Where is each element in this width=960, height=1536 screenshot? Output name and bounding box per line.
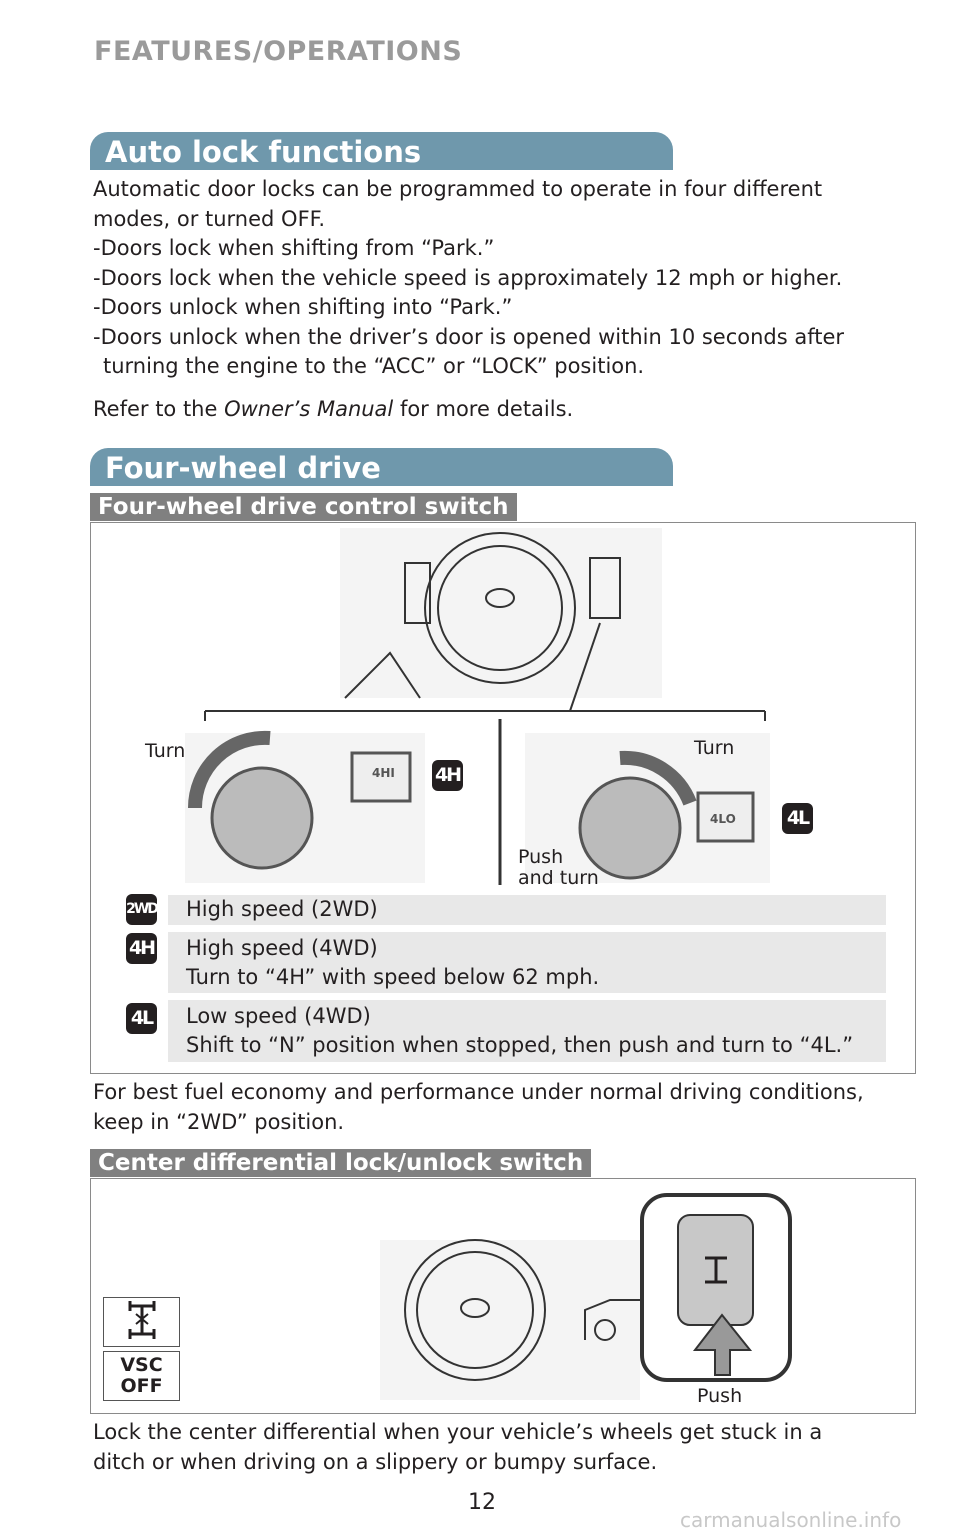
page-header: FEATURES/OPERATIONS — [94, 36, 463, 67]
turn-label-right: Turn — [694, 737, 735, 759]
list-item: -Doors lock when shifting from “Park.” — [93, 236, 495, 260]
list-item: -Doors unlock when the driver’s door is … — [93, 324, 845, 349]
desc-line: ditch or when driving on a slippery or b… — [93, 1449, 658, 1474]
vsc-off-icon: VSC OFF — [103, 1351, 180, 1401]
mode-title: High speed (4WD) — [186, 936, 378, 960]
dial-label-4lo: 4LO — [710, 812, 736, 826]
center-diff-illustration — [380, 1193, 792, 1400]
mode-row-4h: High speed (4WD) Turn to “4H” with speed … — [168, 932, 886, 993]
mode-row-2wd: High speed (2WD) — [168, 895, 886, 925]
desc-line: Lock the center differential when your v… — [93, 1420, 823, 1444]
page-number: 12 — [468, 1490, 496, 1515]
dial-label-4hi: 4HI — [372, 766, 395, 780]
auto-lock-title: Auto lock functions — [90, 132, 673, 170]
badge-4l-icon: 4L — [782, 803, 813, 834]
mode-title: Low speed (4WD) — [186, 1004, 371, 1028]
center-diff-title: Center differential lock/unlock switch — [90, 1149, 592, 1177]
control-switch-title: Four-wheel drive control switch — [90, 493, 517, 521]
intro-line: Automatic door locks can be programmed t… — [93, 177, 823, 201]
and-turn-label: and turn — [518, 867, 599, 889]
watermark: carmanualsonline.info — [680, 1508, 902, 1532]
turn-label-left: Turn — [145, 740, 186, 762]
push-label: Push — [518, 846, 564, 868]
2wd-icon: 2WD — [126, 894, 159, 925]
four-wheel-title: Four-wheel drive — [90, 448, 673, 486]
refer-text: Refer to the Owner’s Manual for more det… — [93, 395, 893, 425]
intro-line: modes, or turned OFF. — [93, 206, 326, 231]
dashboard-illustration — [185, 528, 770, 885]
mode-row-4l: Low speed (4WD) Shift to “N” position whe… — [168, 1000, 886, 1062]
4l-icon: 4L — [126, 1003, 157, 1034]
mode-desc: Shift to “N” position when stopped, then… — [186, 1033, 854, 1057]
list-item: -Doors unlock when shifting into “Park.” — [93, 295, 513, 319]
off-label: OFF — [120, 1375, 163, 1397]
vsc-label: VSC — [120, 1354, 163, 1376]
economy-line: keep in “2WD” position. — [93, 1109, 345, 1134]
badge-4h-icon: 4H — [432, 760, 463, 791]
list-item: -Doors lock when the vehicle speed is ap… — [93, 265, 843, 290]
4h-icon: 4H — [126, 933, 157, 964]
dial-left — [185, 730, 425, 883]
list-item-cont: turning the engine to the “ACC” or “LOCK… — [103, 354, 645, 378]
center-diff-lock-icon — [103, 1297, 180, 1347]
refer-post: for more details. — [393, 396, 574, 421]
mode-title: High speed (2WD) — [186, 897, 378, 921]
manual-title: Owner’s Manual — [224, 396, 394, 421]
center-diff-desc: Lock the center differential when your v… — [93, 1418, 893, 1477]
refer-pre: Refer to the — [93, 396, 225, 421]
economy-line: For best fuel economy and performance un… — [93, 1080, 864, 1104]
mode-desc: Turn to “4H” with speed below 62 mph. — [186, 965, 600, 989]
push-label: Push — [697, 1385, 743, 1407]
auto-lock-body: Automatic door locks can be programmed t… — [93, 175, 893, 424]
economy-text: For best fuel economy and performance un… — [93, 1078, 893, 1137]
